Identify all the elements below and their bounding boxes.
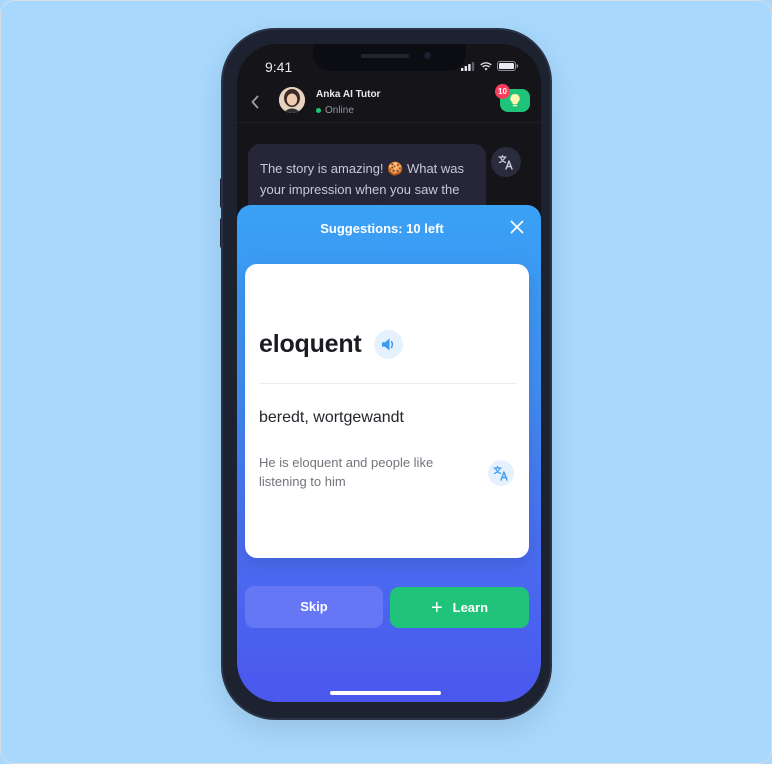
suggestions-sheet: Suggestions: 10 left eloquent beredt, wo…: [237, 205, 541, 702]
speaker-icon: [382, 338, 394, 351]
vocab-word: eloquent: [259, 330, 362, 358]
header-divider: [237, 122, 541, 123]
battery-icon: [497, 61, 519, 71]
lightbulb-icon: [510, 93, 520, 107]
word-translation: beredt, wortgewandt: [259, 409, 404, 426]
learn-label: Learn: [452, 600, 489, 615]
translate-message-button[interactable]: [491, 147, 521, 177]
translate-icon: [498, 154, 513, 170]
online-status: Online: [316, 105, 354, 116]
learn-button[interactable]: + Learn: [390, 587, 529, 628]
status-time: 9:41: [265, 59, 293, 75]
signal-icon: [461, 61, 475, 71]
skip-button[interactable]: Skip: [245, 586, 383, 628]
earpiece: [361, 54, 409, 58]
example-sentence: He is eloquent and people like listening…: [259, 455, 434, 489]
translate-example-button[interactable]: [488, 460, 514, 486]
front-camera: [424, 52, 431, 59]
online-label: Online: [325, 105, 354, 116]
card-divider: [259, 383, 517, 384]
online-dot: [316, 108, 321, 113]
tutor-name: Anka AI Tutor: [316, 89, 381, 100]
hint-badge: 10: [495, 84, 510, 99]
sheet-title: Suggestions: 10 left: [320, 221, 444, 236]
home-indicator[interactable]: [330, 691, 441, 695]
pronounce-button[interactable]: [374, 330, 403, 359]
close-icon[interactable]: [508, 218, 526, 236]
translate-icon: [493, 465, 508, 481]
plus-icon: +: [430, 596, 443, 619]
status-icons: [461, 61, 519, 71]
back-chevron-icon[interactable]: [245, 92, 265, 112]
phone-screen: 9:41 Anka AI Tutor Online 10 The story i…: [237, 44, 541, 702]
chat-header: Anka AI Tutor Online 10: [237, 84, 541, 122]
wifi-icon: [480, 61, 492, 70]
word-card: eloquent beredt, wortgewandt He is eloqu…: [245, 264, 529, 558]
notch: [313, 44, 466, 71]
avatar: [279, 87, 305, 113]
